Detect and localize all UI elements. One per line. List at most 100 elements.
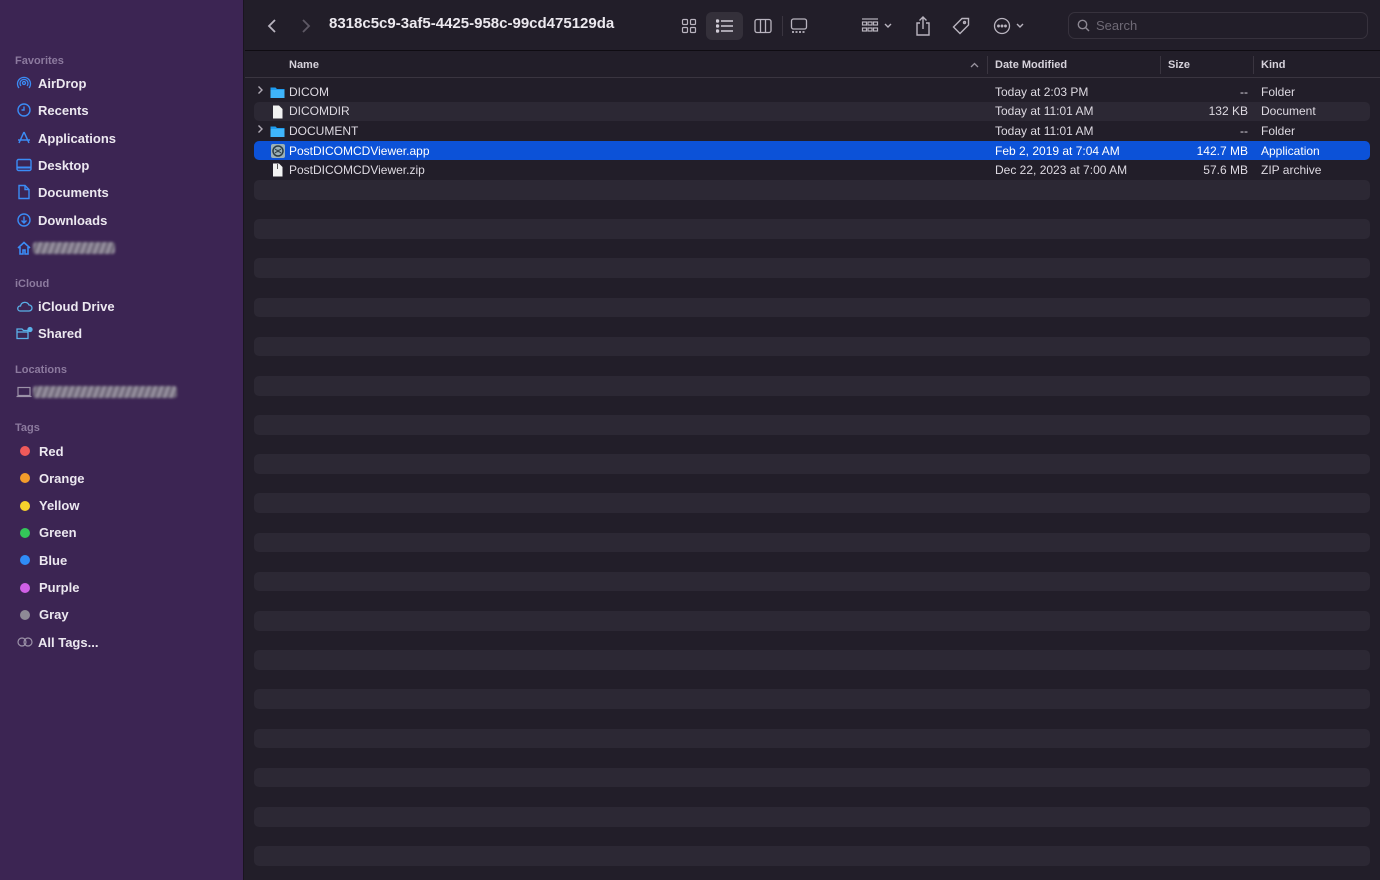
sidebar-item-computer[interactable] (15, 381, 177, 403)
sidebar-item-applications[interactable]: Applications (15, 127, 116, 149)
tag-color-dot (20, 582, 30, 593)
tag-button[interactable] (949, 12, 973, 40)
file-name: DOCUMENT (289, 123, 359, 138)
column-header-date[interactable]: Date Modified (995, 52, 1067, 78)
search-field[interactable] (1068, 12, 1368, 39)
column-divider[interactable] (987, 56, 988, 74)
columns-icon (754, 18, 772, 34)
share-button[interactable] (912, 12, 934, 40)
empty-row (254, 552, 1370, 572)
sidebar-tag-purple[interactable]: Purple (15, 577, 79, 599)
empty-row (254, 336, 1370, 357)
disclosure-triangle-icon[interactable] (257, 124, 264, 137)
sidebar-tag-orange[interactable]: Orange (15, 467, 85, 489)
sidebar-item-label: Recents (38, 102, 89, 118)
sidebar-item-label: Shared (38, 325, 83, 341)
file-row[interactable]: PostDICOMCDViewer.zip Dec 22, 2023 at 7:0… (254, 160, 1370, 180)
sort-ascending-icon[interactable] (970, 52, 979, 78)
sidebar-item-icloud-drive[interactable]: iCloud Drive (15, 295, 115, 317)
file-date-modified: Today at 2:03 PM (995, 84, 1089, 99)
icloud-section-title: iCloud (15, 278, 50, 290)
sidebar-tag-gray[interactable]: Gray (15, 604, 69, 626)
empty-row (254, 748, 1370, 768)
gallery-icon (790, 18, 808, 33)
column-divider[interactable] (1160, 56, 1161, 74)
file-row[interactable]: DOCUMENT Today at 11:01 AM -- Folder (254, 121, 1370, 141)
empty-row (254, 493, 1370, 514)
back-button[interactable] (261, 12, 283, 40)
chevron-right-icon (302, 19, 311, 33)
column-view-button[interactable] (749, 12, 777, 40)
tag-color-dot (20, 555, 30, 566)
sidebar-item-label: Red (39, 443, 64, 459)
sidebar-item-home[interactable] (15, 237, 115, 259)
file-date-modified: Dec 22, 2023 at 7:00 AM (995, 163, 1128, 178)
sidebar-item-all-tags[interactable]: All Tags... (15, 631, 98, 653)
sidebar-item-label: Orange (39, 470, 85, 486)
folder-icon (270, 87, 285, 98)
gallery-view-button[interactable] (785, 12, 813, 40)
file-list: DICOM Today at 2:03 PM -- Folder DICOMDIR Tod… (254, 82, 1370, 866)
empty-row (254, 571, 1370, 592)
list-icon (715, 19, 733, 33)
chevron-left-icon (267, 19, 276, 33)
disclosure-triangle-icon[interactable] (257, 85, 264, 98)
sidebar-item-documents[interactable]: Documents (15, 181, 109, 203)
empty-row (254, 670, 1370, 690)
column-header-kind[interactable]: Kind (1261, 52, 1285, 78)
list-view-button[interactable] (706, 12, 743, 40)
desktop-icon (15, 156, 33, 174)
sidebar-item-recents[interactable]: Recents (15, 99, 89, 121)
forward-button[interactable] (295, 12, 317, 40)
toolbar-divider (782, 16, 783, 36)
column-header-size[interactable]: Size (1168, 52, 1190, 78)
icon-view-button[interactable] (675, 12, 703, 40)
sidebar-item-airdrop[interactable]: AirDrop (15, 72, 86, 94)
sidebar-tag-blue[interactable]: Blue (15, 549, 67, 571)
empty-row (254, 278, 1370, 298)
file-size: 142.7 MB (1196, 143, 1248, 158)
file-date-modified: Today at 11:01 AM (995, 123, 1094, 138)
sidebar-item-label: Blue (39, 552, 68, 568)
empty-row (254, 396, 1370, 416)
file-row[interactable]: DICOMDIR Today at 11:01 AM 132 KB Document (254, 101, 1370, 122)
sidebar-tag-yellow[interactable]: Yellow (15, 495, 79, 517)
file-kind: Folder (1261, 123, 1296, 138)
file-row[interactable]: DICOM Today at 2:03 PM -- Folder (254, 82, 1370, 102)
tag-icon (952, 17, 970, 35)
shared-folder-icon (15, 324, 33, 342)
group-button[interactable] (857, 12, 895, 40)
zip-file-icon (273, 163, 283, 177)
sidebar-item-shared[interactable]: Shared (15, 322, 82, 344)
sidebar-item-downloads[interactable]: Downloads (15, 209, 107, 231)
grid-icon (681, 18, 697, 34)
empty-row (254, 806, 1370, 827)
empty-row (254, 767, 1370, 788)
group-icon (861, 18, 878, 32)
file-name: DICOMDIR (289, 104, 350, 119)
file-date-modified: Today at 11:01 AM (995, 104, 1094, 119)
sidebar-tag-green[interactable]: Green (15, 522, 77, 544)
search-input[interactable] (1096, 18, 1346, 33)
action-menu-button[interactable] (989, 12, 1027, 40)
sidebar-tag-red[interactable]: Red (15, 440, 64, 462)
sidebar-item-desktop[interactable]: Desktop (15, 154, 89, 176)
empty-row (254, 200, 1370, 220)
empty-row (254, 356, 1370, 376)
empty-row (254, 709, 1370, 729)
column-divider[interactable] (1253, 56, 1254, 74)
column-header-name[interactable]: Name (289, 52, 319, 78)
empty-row (254, 787, 1370, 807)
sidebar-item-label: AirDrop (38, 75, 87, 91)
empty-row (254, 415, 1370, 435)
empty-row (254, 317, 1370, 337)
home-icon (15, 239, 33, 257)
more-icon (993, 17, 1010, 35)
file-browser: 8318c5c9-3af5-4425-958c-99cd475129da Sea… (245, 0, 1380, 880)
share-icon (916, 16, 930, 36)
empty-row (254, 258, 1370, 278)
empty-row (254, 219, 1370, 239)
empty-row (254, 689, 1370, 709)
empty-row (254, 650, 1370, 670)
file-row[interactable]: PostDICOMCDViewer.app Feb 2, 2019 at 7:04… (254, 140, 1370, 161)
